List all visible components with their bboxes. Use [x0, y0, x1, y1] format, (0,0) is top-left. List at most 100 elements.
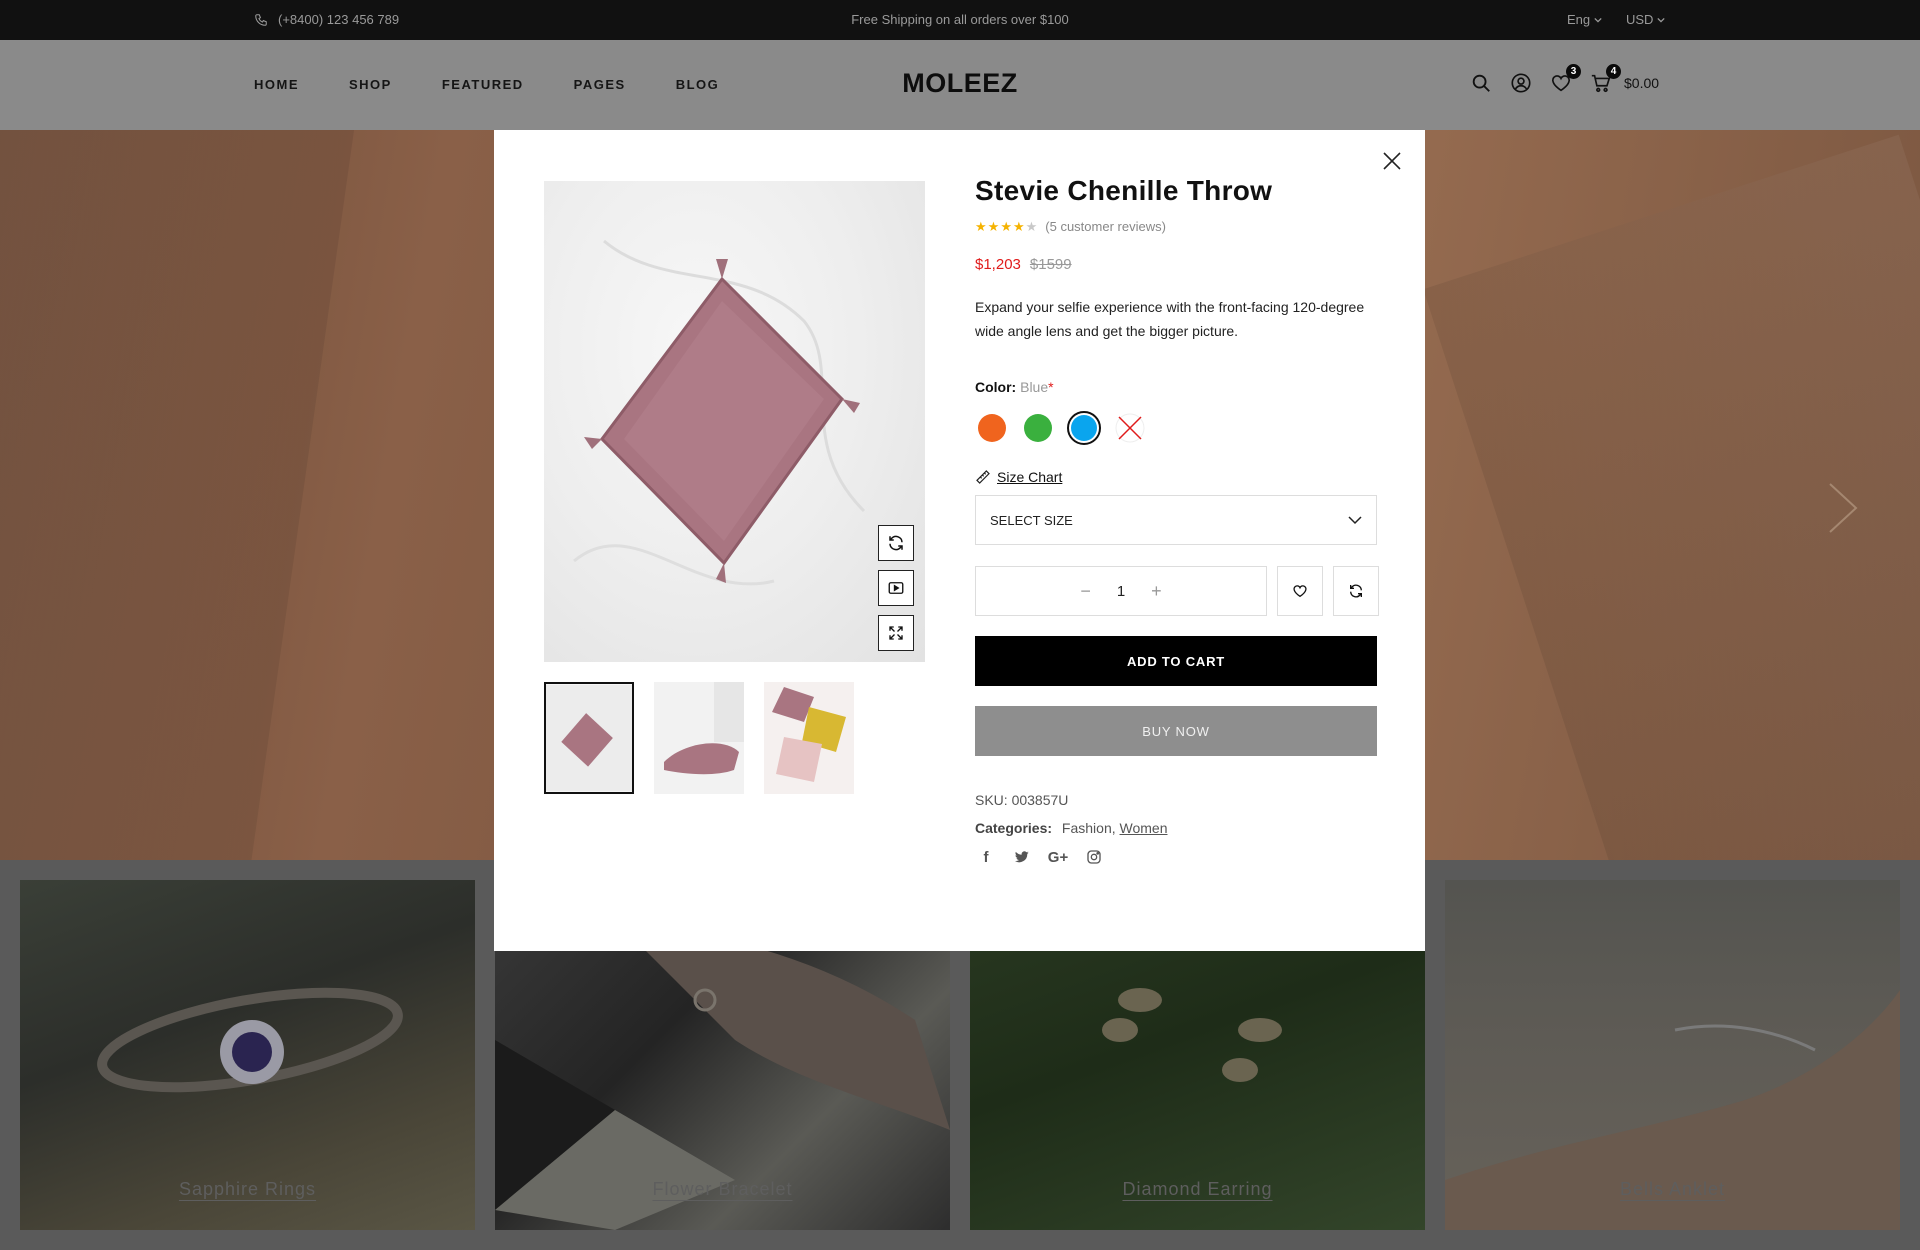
star-icon: ★ [1025, 219, 1038, 234]
product-info: Stevie Chenille Throw ★ ★ ★ ★ ★ (5 custo… [975, 175, 1380, 866]
size-select[interactable]: SELECT SIZE [975, 495, 1377, 545]
heart-icon [1293, 585, 1307, 598]
currency-value: USD [1626, 12, 1654, 27]
account-button[interactable] [1510, 72, 1532, 94]
pillow-thumbnail [546, 684, 632, 792]
cart-button[interactable]: 4 [1590, 64, 1621, 94]
zoom-button[interactable] [878, 615, 914, 651]
product-rating: ★ ★ ★ ★ ★ (5 customer reviews) [975, 219, 1380, 234]
cross-icon [1115, 413, 1145, 443]
refresh-icon [1350, 584, 1362, 598]
swatch-blue-dot [1071, 415, 1097, 441]
twitter-icon[interactable] [1011, 848, 1033, 866]
wishlist-count: 3 [1566, 64, 1581, 79]
video-icon [888, 582, 904, 594]
swatch-orange[interactable] [975, 411, 1009, 445]
close-button[interactable] [1381, 150, 1403, 172]
thumbnail-1[interactable] [544, 682, 634, 794]
size-chart-link[interactable]: Size Chart [975, 469, 1380, 485]
star-icon: ★ [975, 219, 987, 234]
swatch-orange-dot [978, 414, 1006, 442]
original-price: $1599 [1029, 256, 1072, 273]
decrease-button[interactable]: − [1080, 581, 1091, 602]
expand-icon [889, 626, 903, 640]
category-label: Bells Anklet [1619, 1179, 1726, 1199]
search-icon [1472, 74, 1490, 92]
product-price: $1,203 $1599 [975, 256, 1380, 273]
ruler-icon [976, 470, 990, 484]
bells-anklet-image [1445, 990, 1900, 1230]
review-count[interactable]: (5 customer reviews) [1045, 219, 1166, 234]
language-value: Eng [1567, 12, 1591, 27]
category-label: Flower Bracelet [652, 1179, 793, 1199]
close-icon [1383, 152, 1401, 170]
required-mark: * [1048, 379, 1054, 395]
language-selector[interactable]: Eng [1567, 12, 1602, 27]
top-bar: (+8400) 123 456 789 Free Shipping on all… [0, 0, 1920, 40]
thumbnail-strip [544, 682, 854, 794]
swatch-green-dot [1024, 414, 1052, 442]
quantity-stepper: − 1 + [975, 566, 1267, 616]
chevron-down-icon [1594, 17, 1602, 23]
category-label: Diamond Earring [1122, 1179, 1273, 1199]
share-links: f G+ [975, 848, 1380, 866]
product-main-image[interactable] [544, 181, 925, 662]
pillow-thumbnail [654, 682, 744, 794]
star-rating: ★ ★ ★ ★ ★ [975, 220, 1037, 233]
instagram-icon[interactable] [1083, 848, 1105, 866]
currency-selector[interactable]: USD [1626, 12, 1666, 27]
swatch-unavailable[interactable] [1113, 411, 1147, 445]
add-to-cart-button[interactable]: ADD TO CART [975, 636, 1377, 686]
sapphire-ring-image [97, 987, 403, 1093]
cart-total[interactable]: $0.00 [1624, 75, 1659, 91]
product-categories: Categories: Fashion, Women [975, 820, 1380, 836]
category-fashion[interactable]: Fashion, [1062, 820, 1116, 836]
sale-price: $1,203 [975, 256, 1021, 273]
star-icon: ★ [1000, 219, 1012, 234]
chevron-down-icon [1657, 17, 1666, 23]
product-description: Expand your selfie experience with the f… [975, 299, 1365, 339]
cart-count: 4 [1606, 64, 1621, 79]
refresh-icon [889, 535, 903, 551]
quick-view-modal: Stevie Chenille Throw ★ ★ ★ ★ ★ (5 custo… [494, 130, 1425, 951]
quantity-value[interactable]: 1 [1117, 583, 1125, 600]
pillow-image [573, 239, 866, 586]
video-button[interactable] [878, 570, 914, 606]
compare-button[interactable] [1333, 566, 1379, 616]
twitter-glyph [1015, 851, 1029, 863]
category-tile[interactable]: Bells Anklet [1445, 880, 1900, 1230]
add-to-wishlist-button[interactable] [1277, 566, 1323, 616]
star-icon: ★ [987, 219, 1000, 234]
category-tile[interactable]: Sapphire Rings [20, 880, 475, 1230]
size-chart-label[interactable]: Size Chart [997, 469, 1062, 485]
increase-button[interactable]: + [1151, 581, 1162, 602]
swatch-green[interactable] [1021, 411, 1055, 445]
chevron-down-icon [1348, 516, 1362, 525]
thumbnail-3[interactable] [764, 682, 854, 794]
site-header: HOME SHOP FEATURED PAGES BLOG MOLEEZ 3 4… [0, 40, 1920, 130]
swatch-blue[interactable] [1067, 411, 1101, 445]
rotate-360-button[interactable] [878, 525, 914, 561]
color-swatches [975, 411, 1380, 445]
color-label: Color: [975, 379, 1017, 395]
wishlist-button[interactable]: 3 [1550, 64, 1581, 94]
thumbnail-2[interactable] [654, 682, 744, 794]
color-value: Blue [1020, 379, 1049, 395]
buy-now-button[interactable]: BUY NOW [975, 706, 1377, 756]
quantity-row: − 1 + [975, 566, 1380, 616]
product-sku: SKU: 003857U [975, 792, 1069, 808]
hero-fabric-fold [0, 130, 361, 860]
categories-label: Categories: [975, 820, 1053, 836]
size-select-value: SELECT SIZE [990, 512, 1073, 528]
facebook-icon[interactable]: f [975, 848, 997, 866]
google-plus-icon[interactable]: G+ [1047, 848, 1069, 866]
chevron-right-icon[interactable] [1826, 480, 1860, 536]
user-icon [1511, 73, 1531, 93]
instagram-glyph [1087, 850, 1101, 864]
search-button[interactable] [1470, 72, 1492, 94]
star-icon: ★ [1012, 219, 1025, 234]
color-label-row: Color: Blue* [975, 379, 1380, 395]
category-women[interactable]: Women [1120, 820, 1168, 836]
category-label: Sapphire Rings [178, 1179, 317, 1199]
header-actions: 3 4 $0.00 [1470, 64, 1659, 94]
